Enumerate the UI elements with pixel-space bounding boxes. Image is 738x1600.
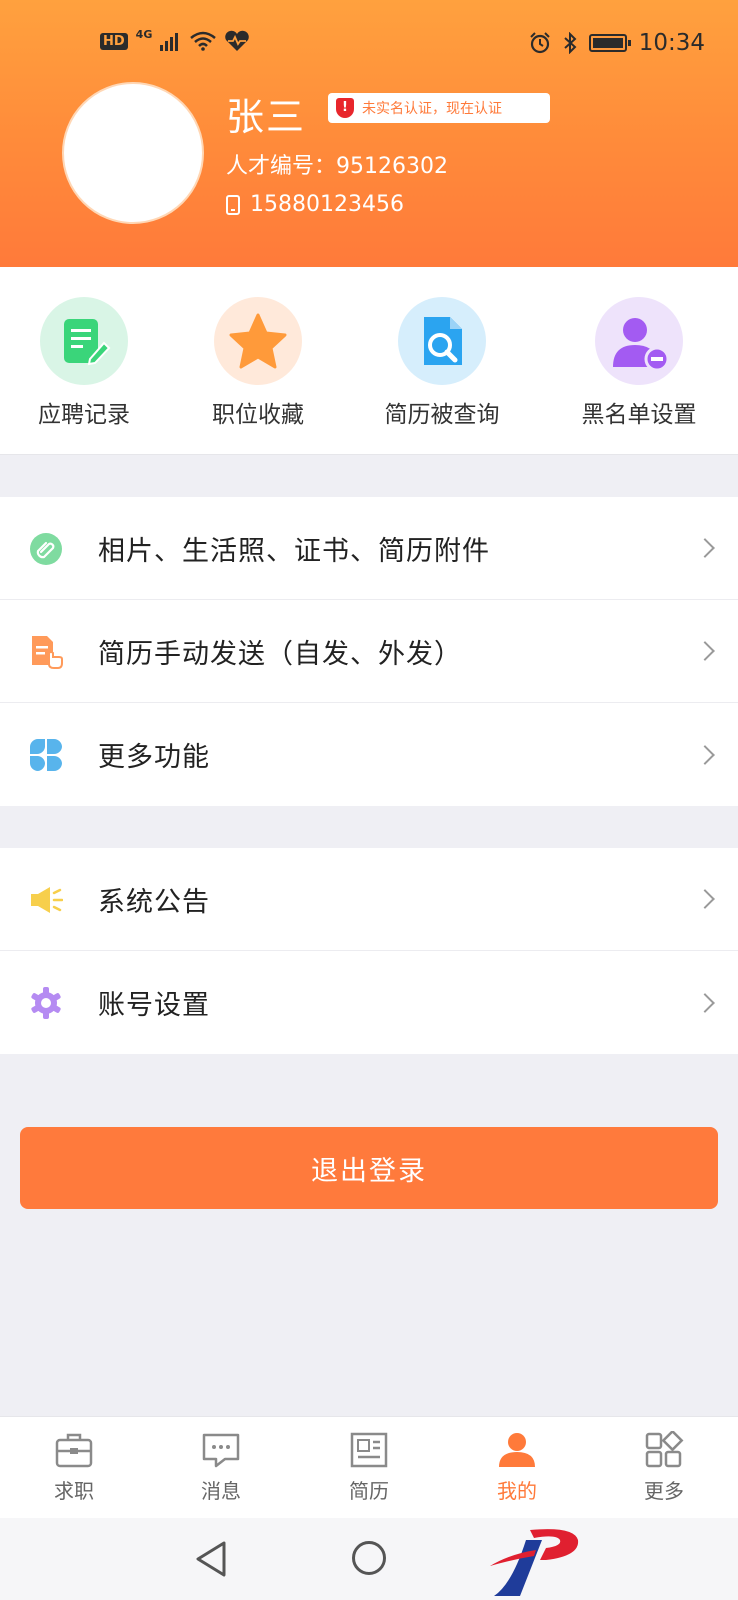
chevron-right-icon bbox=[695, 889, 715, 909]
quick-action-blacklist-settings[interactable]: 黑名单设置 bbox=[549, 297, 729, 429]
menu-group-system: 系统公告 账号设置 bbox=[0, 848, 738, 1054]
briefcase-icon bbox=[55, 1433, 93, 1468]
signal-icon bbox=[160, 33, 179, 51]
menu-item-label: 相片、生活照、证书、简历附件 bbox=[98, 535, 490, 567]
tab-resume[interactable]: 简历 bbox=[319, 1431, 419, 1504]
system-nav-bar bbox=[0, 1518, 738, 1600]
brand-logo-icon bbox=[490, 1529, 579, 1596]
chevron-right-icon bbox=[695, 538, 715, 558]
menu-item-label: 账号设置 bbox=[98, 990, 210, 1021]
talent-number: 人才编号：95126302 bbox=[226, 154, 448, 179]
menu-item-label: 简历手动发送（自发、外发） bbox=[98, 638, 462, 670]
attachment-icon bbox=[30, 533, 62, 565]
tab-label: 求职 bbox=[54, 1479, 94, 1503]
resume-send-icon bbox=[32, 636, 63, 669]
quick-action-application-records[interactable]: 应聘记录 bbox=[0, 297, 174, 429]
verify-badge[interactable]: ! 未实名认证，现在认证 bbox=[328, 93, 550, 123]
quick-actions: 应聘记录 职位收藏 简历被查询 黑名单设置 bbox=[0, 267, 738, 455]
shield-warning-icon: ! bbox=[336, 98, 354, 118]
more-grid-icon bbox=[645, 1431, 684, 1468]
phone-row: 15880123456 bbox=[226, 192, 404, 217]
speaker-icon bbox=[31, 887, 63, 913]
menu-group-profile: 相片、生活照、证书、简历附件 简历手动发送（自发、外发） 更多功能 bbox=[0, 497, 738, 806]
resume-icon bbox=[350, 1432, 388, 1468]
avatar[interactable] bbox=[62, 82, 204, 224]
chevron-right-icon bbox=[695, 992, 715, 1013]
tab-messages[interactable]: 消息 bbox=[171, 1431, 271, 1504]
document-search-icon bbox=[398, 297, 486, 385]
logout-button[interactable]: 退出登录 bbox=[20, 1127, 718, 1209]
home-icon[interactable] bbox=[352, 1541, 386, 1575]
tab-label: 简历 bbox=[349, 1479, 389, 1503]
bottom-tab-bar: 求职 消息 简历 我的 更多 bbox=[0, 1416, 738, 1518]
menu-item-account-settings[interactable]: 账号设置 bbox=[0, 951, 738, 1054]
hd-indicator: HD bbox=[100, 32, 128, 50]
chat-icon bbox=[202, 1433, 240, 1468]
quick-action-label: 黑名单设置 bbox=[581, 402, 697, 428]
clock: 10:34 bbox=[638, 30, 705, 56]
profile-header: HD 4G 10:34 张三 ! 未实名认证，现在认证 人才编号：9512630… bbox=[0, 0, 738, 267]
heart-rate-icon bbox=[225, 30, 250, 51]
quick-action-label: 简历被查询 bbox=[384, 402, 500, 428]
quick-action-resume-viewed[interactable]: 简历被查询 bbox=[352, 297, 532, 429]
user-block-icon bbox=[595, 297, 683, 385]
quick-action-label: 应聘记录 bbox=[38, 402, 130, 428]
phone-icon bbox=[226, 194, 240, 215]
alarm-icon bbox=[529, 32, 550, 54]
tab-more[interactable]: 更多 bbox=[614, 1431, 714, 1504]
bluetooth-icon bbox=[564, 32, 577, 54]
tab-label: 消息 bbox=[201, 1479, 241, 1503]
menu-item-resume-send[interactable]: 简历手动发送（自发、外发） bbox=[0, 600, 738, 703]
menu-item-announcements[interactable]: 系统公告 bbox=[0, 848, 738, 951]
star-icon bbox=[214, 297, 302, 385]
chevron-right-icon bbox=[695, 744, 715, 765]
phone-number: 15880123456 bbox=[250, 192, 404, 217]
tab-label: 更多 bbox=[644, 1479, 684, 1503]
quick-action-label: 职位收藏 bbox=[212, 402, 304, 428]
verify-badge-text: 未实名认证，现在认证 bbox=[362, 101, 502, 117]
chevron-right-icon bbox=[695, 641, 715, 661]
menu-item-label: 系统公告 bbox=[98, 886, 210, 918]
tab-label: 我的 bbox=[497, 1479, 537, 1503]
menu-item-attachments[interactable]: 相片、生活照、证书、简历附件 bbox=[0, 497, 738, 600]
document-edit-icon bbox=[40, 297, 128, 385]
gear-icon bbox=[31, 987, 61, 1019]
menu-item-more-features[interactable]: 更多功能 bbox=[0, 703, 738, 806]
tab-job-search[interactable]: 求职 bbox=[24, 1431, 124, 1504]
back-icon[interactable] bbox=[194, 1540, 228, 1578]
wifi-icon bbox=[190, 31, 217, 51]
network-type: 4G bbox=[135, 27, 153, 41]
quick-action-job-favorites[interactable]: 职位收藏 bbox=[168, 297, 348, 429]
status-bar: HD 4G 10:34 bbox=[0, 27, 738, 62]
grid-petals-icon bbox=[30, 739, 62, 771]
tab-mine[interactable]: 我的 bbox=[467, 1431, 567, 1504]
battery-icon bbox=[588, 34, 631, 52]
menu-item-label: 更多功能 bbox=[98, 742, 210, 773]
user-name: 张三 bbox=[226, 95, 307, 139]
user-icon bbox=[499, 1433, 535, 1467]
